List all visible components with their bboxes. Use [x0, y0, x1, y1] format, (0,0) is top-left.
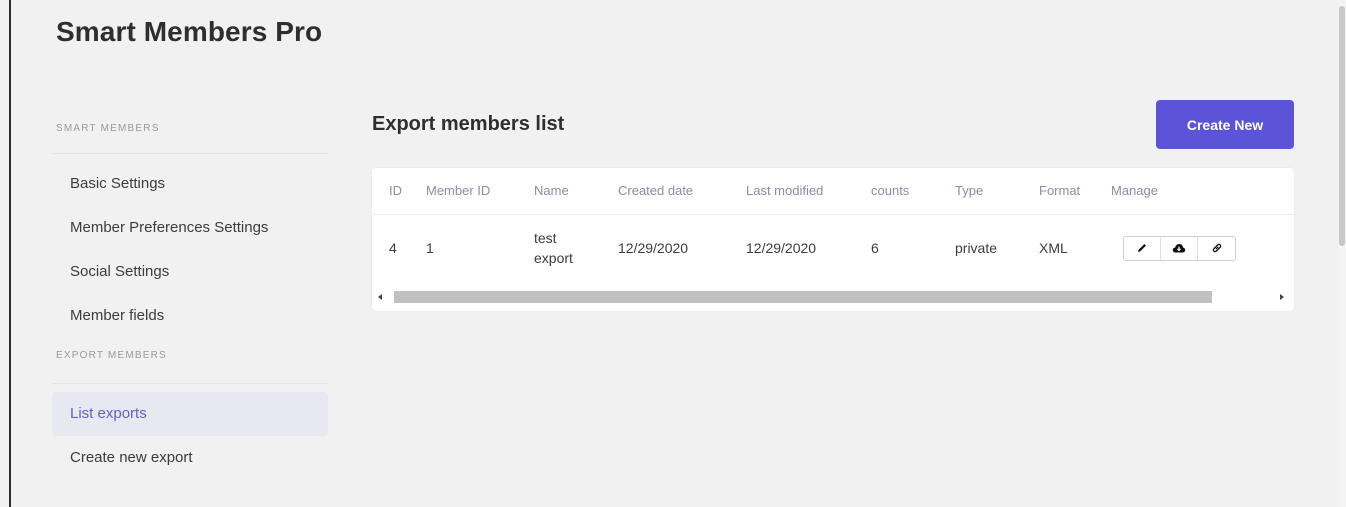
sidebar: Smart Members Basic Settings Member Pref… — [52, 118, 328, 480]
cell-type: private — [955, 240, 998, 257]
cloud-download-icon — [1172, 244, 1186, 253]
column-header-member-id: Member ID — [426, 168, 534, 215]
cell-member-id: 1 — [426, 240, 434, 257]
sidebar-heading-smart-members: Smart Members — [52, 118, 328, 154]
sidebar-item-social-settings[interactable]: Social Settings — [52, 250, 328, 294]
create-new-button[interactable]: Create New — [1156, 100, 1294, 149]
app-title: Smart Members Pro — [56, 16, 323, 47]
cell-counts: 6 — [871, 240, 879, 257]
cell-name-line-2: export — [534, 250, 573, 267]
sidebar-item-list-exports[interactable]: List exports — [52, 392, 328, 436]
column-header-last-modified: Last modified — [746, 168, 871, 215]
table-header-row: ID Member ID Name Created date Last modi… — [372, 168, 1294, 215]
cell-created-date: 12/29/2020 — [618, 240, 689, 257]
scroll-right-arrow-icon[interactable] — [1280, 294, 1284, 300]
horizontal-scrollbar[interactable] — [376, 291, 1290, 303]
pencil-icon — [1138, 244, 1146, 253]
vertical-scrollbar[interactable] — [1338, 0, 1346, 507]
column-header-name: Name — [534, 168, 618, 215]
column-header-id: ID — [372, 168, 426, 215]
manage-button-group — [1123, 235, 1236, 261]
cell-name: test export — [534, 214, 618, 282]
page-title: Export members list — [372, 113, 565, 135]
cell-manage — [1111, 214, 1294, 282]
scroll-left-arrow-icon[interactable] — [378, 294, 382, 300]
horizontal-scrollbar-thumb[interactable] — [394, 291, 1212, 303]
sidebar-item-create-new-export[interactable]: Create new export — [52, 436, 328, 480]
copy-link-button[interactable] — [1198, 236, 1235, 260]
sidebar-item-member-fields[interactable]: Member fields — [52, 294, 328, 338]
column-header-manage: Manage — [1111, 168, 1294, 215]
exports-table: ID Member ID Name Created date Last modi… — [372, 168, 1294, 282]
column-header-counts: counts — [871, 168, 955, 215]
sidebar-heading-export-members: Export Members — [52, 344, 328, 384]
column-header-type: Type — [955, 168, 1039, 215]
main-header: Export members list Create New — [372, 100, 1294, 150]
link-icon — [1212, 244, 1221, 253]
cell-id: 4 — [389, 240, 397, 257]
page: Smart Members Pro Smart Members Basic Se… — [0, 0, 1346, 507]
sidebar-item-basic-settings[interactable]: Basic Settings — [52, 162, 328, 206]
table-row: 4 1 test export 12/29/2020 12/29/2020 6 … — [372, 214, 1294, 282]
edit-button[interactable] — [1124, 236, 1161, 260]
column-header-created-date: Created date — [618, 168, 746, 215]
exports-table-card: ID Member ID Name Created date Last modi… — [372, 168, 1294, 311]
window-left-border — [9, 0, 11, 507]
vertical-scrollbar-thumb[interactable] — [1339, 6, 1345, 246]
column-header-format: Format — [1039, 168, 1111, 215]
download-button[interactable] — [1161, 236, 1198, 260]
cell-format: XML — [1039, 240, 1068, 257]
sidebar-item-member-preferences-settings[interactable]: Member Preferences Settings — [52, 206, 328, 250]
cell-name-line-1: test — [534, 230, 557, 247]
cell-last-modified: 12/29/2020 — [746, 240, 817, 257]
main-content: Export members list Create New ID Member… — [372, 100, 1294, 311]
